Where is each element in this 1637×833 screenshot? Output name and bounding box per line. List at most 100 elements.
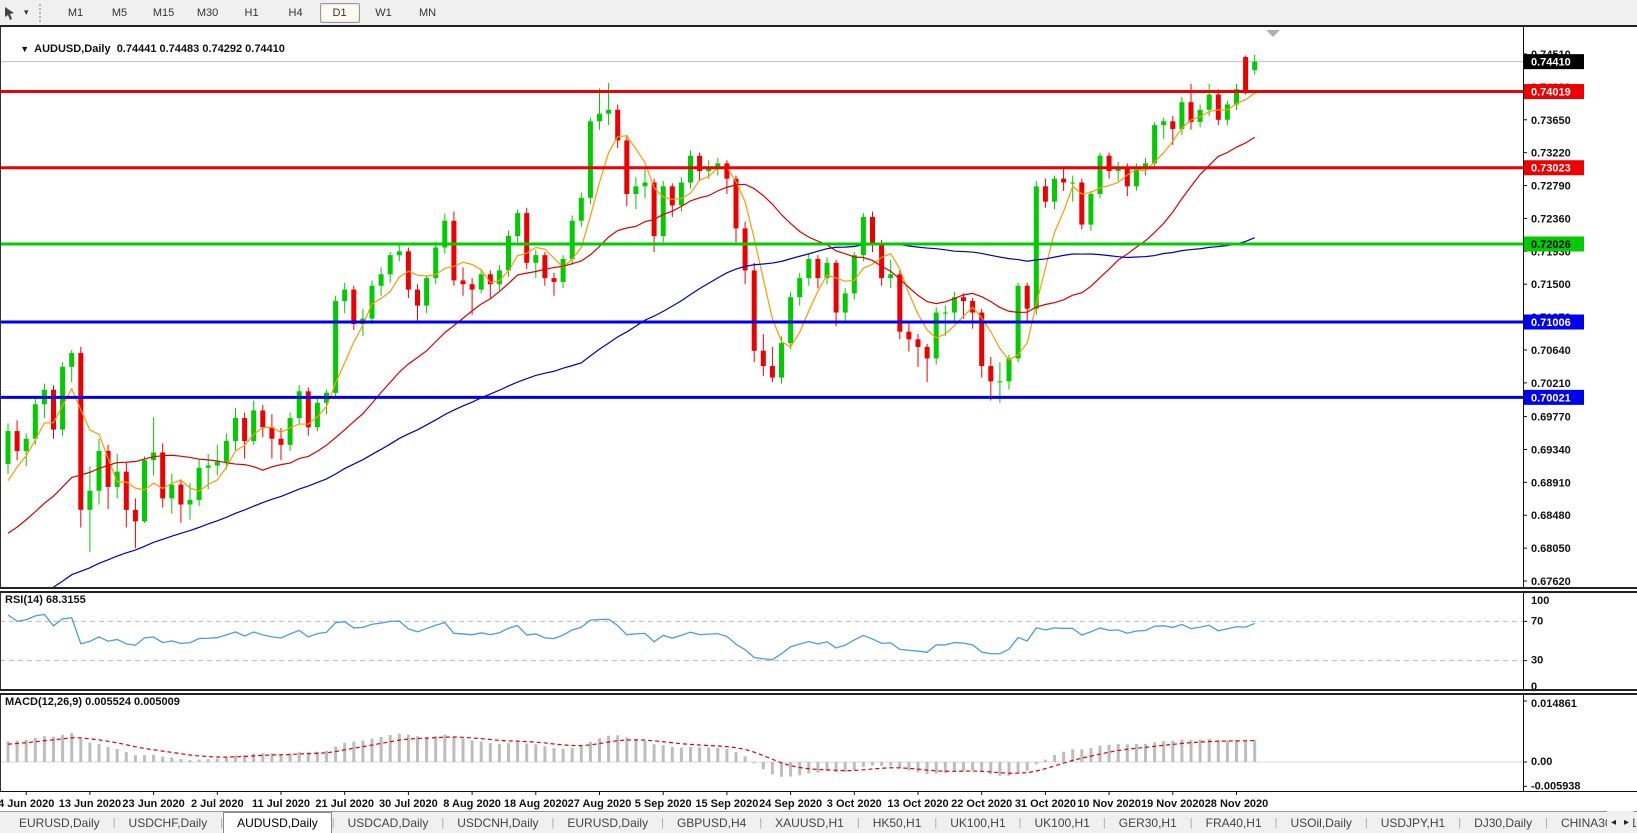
time-tick-label: 2 Jul 2020 <box>191 798 244 810</box>
candle <box>870 216 875 244</box>
time-tick-label: 24 Sep 2020 <box>759 798 822 810</box>
tab-scroll-left-icon[interactable]: ◂ <box>1611 817 1616 828</box>
price-tick-label: 0.68480 <box>1531 510 1571 522</box>
price-badge: 0.74019 <box>1531 87 1571 99</box>
candle <box>660 186 666 237</box>
candle <box>214 461 220 466</box>
candle <box>114 471 120 487</box>
candle <box>587 121 593 198</box>
candle <box>1170 121 1176 129</box>
tab-uk100-h1[interactable]: UK100,H1 <box>937 812 1018 833</box>
tab-eurusd-daily[interactable]: EURUSD,Daily <box>6 812 113 833</box>
candle <box>997 381 1003 383</box>
chart-canvas[interactable]: 0.745100.740800.736500.732200.727900.723… <box>0 0 1637 811</box>
tab-eurusd-daily[interactable]: EURUSD,Daily <box>554 812 661 833</box>
time-tick-label: 13 Jun 2020 <box>59 798 121 810</box>
candle <box>378 274 384 286</box>
time-tick-label: 15 Sep 2020 <box>695 798 758 810</box>
candle <box>669 186 675 206</box>
tab-usdcad-daily[interactable]: USDCAD,Daily <box>335 812 442 833</box>
candle <box>105 450 111 487</box>
candle <box>1052 178 1057 202</box>
candle <box>924 346 930 359</box>
time-tick-label: 13 Oct 2020 <box>887 798 948 810</box>
time-tick-label: 23 Jun 2020 <box>122 798 184 810</box>
tab-ger30-h1[interactable]: GER30,H1 <box>1106 812 1190 833</box>
candle <box>633 186 639 194</box>
candle <box>851 255 857 294</box>
candle <box>933 312 939 359</box>
price-badge: 0.73023 <box>1531 163 1571 175</box>
candle <box>542 255 548 279</box>
chart-tab-bar: EURUSD,Daily | USDCHF,Daily | AUDUSD,Daily | U… <box>0 811 1637 833</box>
price-tick-label: 0.73650 <box>1531 115 1571 127</box>
candle <box>1243 57 1249 91</box>
candle <box>524 213 530 263</box>
candle <box>78 353 84 510</box>
candle <box>424 278 430 306</box>
time-tick-label: 18 Aug 2020 <box>504 798 568 810</box>
candle <box>142 460 147 522</box>
time-tick-label: 5 Sep 2020 <box>635 798 692 810</box>
tab-scroll-right-icon[interactable]: ▸ <box>1624 817 1629 828</box>
tab-dj30-daily[interactable]: DJ30,Daily <box>1461 812 1545 833</box>
candle <box>278 438 284 445</box>
tab-usdchf-daily[interactable]: USDCHF,Daily <box>116 812 221 833</box>
candle <box>888 274 894 279</box>
candle <box>496 270 502 285</box>
tab-uk100-h1[interactable]: UK100,H1 <box>1022 812 1103 833</box>
tab-usdjpy-h1[interactable]: USDJPY,H1 <box>1368 812 1458 833</box>
time-tick-label: 10 Nov 2020 <box>1077 798 1141 810</box>
candle <box>14 431 20 451</box>
tab-fra40-h1[interactable]: FRA40,H1 <box>1193 812 1275 833</box>
price-tick-label: 0.68050 <box>1531 543 1571 555</box>
candle <box>806 258 812 279</box>
candle <box>597 113 602 122</box>
price-tick-label: 0.70210 <box>1531 378 1571 390</box>
candle <box>96 450 102 491</box>
rsi-tick-label: 70 <box>1531 615 1543 627</box>
candle <box>296 391 302 419</box>
candle <box>451 220 457 281</box>
tab-usdcnh-daily[interactable]: USDCNH,Daily <box>444 812 551 833</box>
price-badge: 0.71006 <box>1531 317 1571 329</box>
candle <box>342 289 348 302</box>
candle <box>797 278 803 298</box>
tab-xauusd-h1[interactable]: XAUUSD,H1 <box>762 812 857 833</box>
candle <box>242 418 248 442</box>
candle <box>51 389 56 430</box>
time-tick-label: 28 Nov 2020 <box>1205 798 1269 810</box>
chart-ohlc-values: 0.74441 0.74483 0.74292 0.74410 <box>116 43 285 55</box>
price-tick-label: 0.67620 <box>1531 576 1571 588</box>
macd-indicator-label: MACD(12,26,9) 0.005524 0.005009 <box>5 696 180 708</box>
candle <box>1042 186 1048 202</box>
chart-symbol: AUDUSD,Daily <box>34 43 111 55</box>
tab-audusd-daily[interactable]: AUDUSD,Daily <box>223 812 332 833</box>
candle <box>260 410 266 428</box>
price-tick-label: 0.68910 <box>1531 477 1571 489</box>
candle <box>1215 94 1221 120</box>
rsi-tick-label: 100 <box>1531 595 1549 607</box>
time-tick-label: 22 Oct 2020 <box>951 798 1012 810</box>
candle <box>123 471 129 510</box>
candle <box>405 251 411 290</box>
price-tick-label: 0.73220 <box>1531 148 1571 160</box>
candle <box>779 343 784 378</box>
candle <box>415 289 420 306</box>
tab-hk50-h1[interactable]: HK50,H1 <box>860 812 935 833</box>
candle <box>988 366 994 382</box>
candle <box>642 182 648 187</box>
tab-gbpusd-h4[interactable]: GBPUSD,H4 <box>664 812 759 833</box>
candle <box>1024 285 1030 309</box>
candle <box>87 490 93 510</box>
tab-usoil-daily[interactable]: USOil,Daily <box>1278 812 1365 833</box>
candle <box>788 297 794 344</box>
time-tick-label: 3 Oct 2020 <box>827 798 882 810</box>
candle <box>196 467 202 500</box>
candle <box>942 312 948 314</box>
candle <box>351 289 357 325</box>
candle <box>751 270 757 351</box>
candle <box>32 404 38 439</box>
candle <box>560 258 566 282</box>
collapse-triangle-icon[interactable]: ▼ <box>20 44 29 54</box>
